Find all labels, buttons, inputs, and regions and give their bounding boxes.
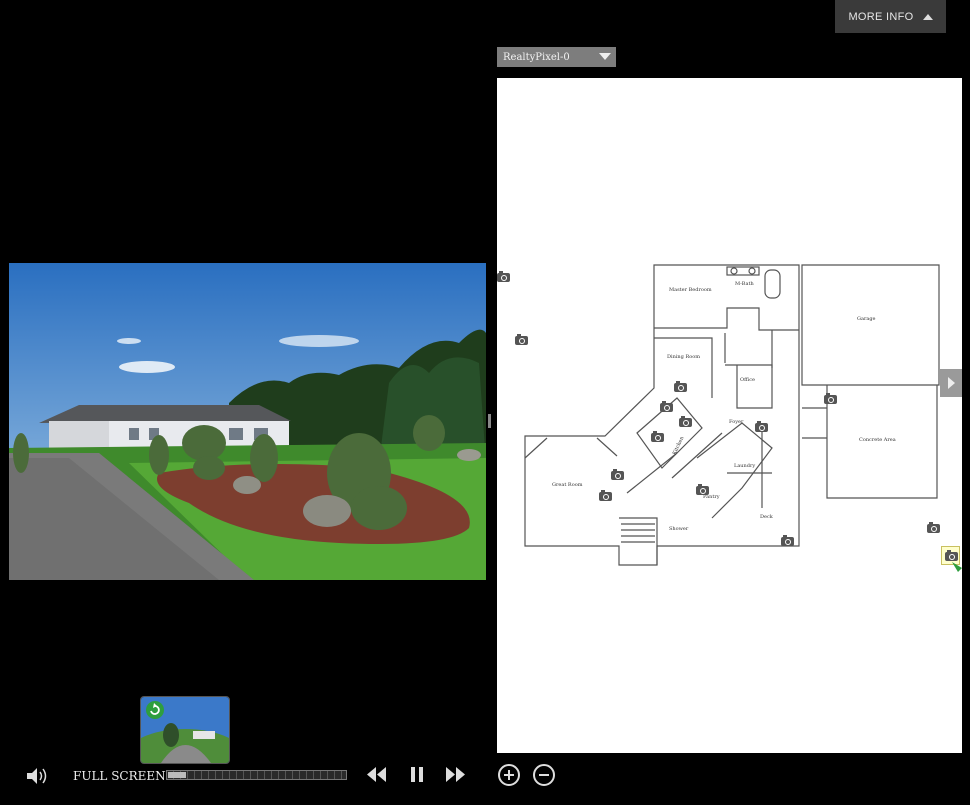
volume-icon[interactable] xyxy=(25,765,49,787)
floorplan-panel[interactable]: Master Bedroom M-Bath Dining Room Office… xyxy=(497,78,962,753)
room-label-great-room: Great Room xyxy=(552,482,583,488)
room-label-m-bath: M-Bath xyxy=(735,281,754,287)
room-label-laundry: Laundry xyxy=(734,463,755,469)
room-label-garage: Garage xyxy=(857,316,876,322)
main-photo-viewer[interactable] xyxy=(9,263,486,580)
pause-icon[interactable] xyxy=(410,767,424,782)
camera-hotspot-icon[interactable] xyxy=(755,421,768,432)
camera-hotspot-icon[interactable] xyxy=(651,431,664,442)
fast-forward-icon[interactable] xyxy=(446,767,466,782)
floor-selector-value: RealtyPixel-0 xyxy=(503,51,570,63)
panorama-thumbnail[interactable] xyxy=(140,696,230,764)
next-arrow-button[interactable] xyxy=(940,369,962,397)
camera-hotspot-icon[interactable] xyxy=(824,393,837,404)
room-label-master-bedroom: Master Bedroom xyxy=(669,287,712,293)
zoom-out-button[interactable] xyxy=(533,764,555,786)
camera-icon xyxy=(945,550,958,561)
room-label-foyer: Foyer xyxy=(729,419,744,425)
dropdown-arrow-icon xyxy=(599,53,611,60)
camera-hotspot-icon[interactable] xyxy=(674,381,687,392)
room-label-kitchen: Kitchen xyxy=(672,435,686,456)
floor-selector-dropdown[interactable]: RealtyPixel-0 xyxy=(497,47,616,67)
camera-hotspot-icon[interactable] xyxy=(611,469,624,480)
camera-hotspot-icon[interactable] xyxy=(599,490,612,501)
camera-hotspot-icon[interactable] xyxy=(679,416,692,427)
room-label-office: Office xyxy=(740,377,755,383)
more-info-label: MORE INFO xyxy=(848,10,914,23)
progress-fill xyxy=(168,772,186,778)
camera-hotspot-icon[interactable] xyxy=(781,535,794,546)
camera-hotspot-icon[interactable] xyxy=(515,334,528,345)
camera-hotspot-icon[interactable] xyxy=(497,271,510,282)
minus-icon xyxy=(539,774,549,776)
camera-hotspot-icon[interactable] xyxy=(660,401,673,412)
floorplan-drawing: Master Bedroom M-Bath Dining Room Office… xyxy=(524,264,940,566)
room-label-dining-room: Dining Room xyxy=(667,354,700,360)
room-label-shower: Shower xyxy=(669,526,689,532)
zoom-in-button[interactable] xyxy=(498,764,520,786)
panorama-thumbnail-image xyxy=(141,697,229,763)
camera-hotspot-icon[interactable] xyxy=(696,484,709,495)
panel-divider-handle[interactable] xyxy=(488,414,491,428)
chevron-up-icon xyxy=(922,13,933,20)
room-label-deck: Deck xyxy=(760,514,774,520)
chevron-right-icon xyxy=(948,377,955,389)
view-direction-indicator xyxy=(952,562,962,572)
more-info-button[interactable]: MORE INFO xyxy=(835,0,946,33)
rewind-icon[interactable] xyxy=(367,767,387,782)
fullscreen-button[interactable]: FULL SCREEN xyxy=(73,769,166,783)
progress-scrubber[interactable] xyxy=(166,770,347,780)
plus-icon-bar xyxy=(508,770,510,780)
house-exterior-photo xyxy=(9,263,486,580)
room-label-concrete-area: Concrete Area xyxy=(859,437,896,443)
camera-hotspot-icon[interactable] xyxy=(927,522,940,533)
